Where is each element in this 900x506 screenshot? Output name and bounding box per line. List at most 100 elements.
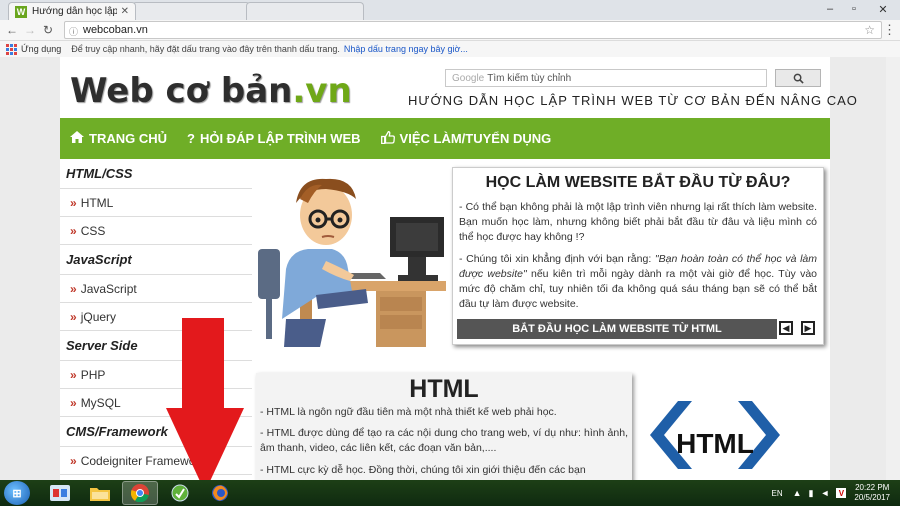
media-player-icon	[50, 485, 70, 501]
logo-tld: .vn	[292, 71, 352, 111]
reload-icon[interactable]: ↻	[40, 22, 56, 38]
search-brand: Google	[452, 72, 485, 84]
start-learning-button[interactable]: BẮT ĐẦU HỌC LÀM WEBSITE TỪ HTML	[457, 319, 777, 339]
bookmarks-hint: Để truy cập nhanh, hãy đặt dấu trang vào…	[71, 44, 340, 54]
chrome-icon	[131, 484, 149, 502]
close-tab-icon[interactable]: ✕	[121, 6, 129, 17]
html-section: HTML - HTML là ngôn ngữ đầu tiên mà một …	[256, 373, 632, 480]
chevron-right-icon: »	[70, 309, 77, 324]
programmer-illustration	[258, 178, 446, 347]
page-info-icon[interactable]: ⓘ	[69, 25, 79, 37]
chevron-right-icon: »	[70, 281, 77, 296]
chevron-right-icon: »	[70, 453, 77, 468]
question-icon: ?	[187, 131, 195, 146]
tab-title: Hướng dẫn học lập trình	[32, 6, 117, 17]
html-logo-text: HTML	[676, 428, 754, 459]
sidebar-heading: HTML/CSS	[60, 159, 252, 189]
hero-text: - Chúng tôi xin khẳng định với bạn rằng:	[459, 253, 655, 265]
volume-icon[interactable]: ◄	[820, 488, 829, 498]
search-button[interactable]	[775, 69, 821, 87]
chevron-right-icon: »	[70, 367, 77, 382]
nav-jobs[interactable]: VIỆC LÀM/TUYỂN DỤNG	[380, 130, 552, 147]
site-logo[interactable]: Web cơ bản.vn	[70, 71, 352, 111]
sidebar-item-label: jQuery	[80, 309, 117, 324]
taskbar-app-firefox[interactable]	[202, 481, 238, 505]
back-icon[interactable]: ←	[4, 22, 20, 38]
nav-qa[interactable]: ? HỎI ĐÁP LẬP TRÌNH WEB	[187, 131, 361, 146]
sidebar-item-label: HTML	[80, 195, 114, 210]
sidebar-item-label: JavaScript	[80, 281, 137, 296]
taskbar-app-media[interactable]	[42, 481, 78, 505]
page-scrollbar[interactable]	[886, 57, 900, 480]
nav-jobs-label: VIỆC LÀM/TUYỂN DỤNG	[399, 131, 552, 146]
search-icon	[793, 73, 804, 84]
hero-paragraph: - Có thể bạn không phải là một lập trình…	[459, 201, 817, 243]
sidebar-item-html[interactable]: » HTML	[60, 189, 252, 217]
section-paragraph: - HTML cực kỳ dễ học. Đồng thời, chúng t…	[260, 464, 586, 476]
search-input[interactable]: Google Tìm kiếm tùy chỉnh	[445, 69, 767, 87]
forward-icon[interactable]: →	[22, 22, 38, 38]
sidebar-heading: JavaScript	[60, 245, 252, 275]
import-bookmarks-link[interactable]: Nhập dấu trang ngay bây giờ...	[344, 44, 468, 54]
sidebar-item-css[interactable]: » CSS	[60, 217, 252, 245]
screen: W Hướng dẫn học lập trình ✕ – ▫ ✕ ← → ↻ …	[0, 0, 900, 506]
nav-home[interactable]: TRANG CHỦ	[70, 131, 167, 146]
clock-time: 20:22 PM	[855, 483, 890, 492]
tray-expand-icon[interactable]: ▲	[793, 488, 802, 498]
main-nav: TRANG CHỦ ? HỎI ĐÁP LẬP TRÌNH WEB VIỆC L…	[60, 118, 830, 159]
bookmarks-bar: Ứng dụng Để truy cập nhanh, hãy đặt dấu …	[0, 41, 900, 57]
browser-toolbar: ← → ↻ ⓘ webcoban.vn ☆ ⋮	[0, 20, 900, 41]
chevron-right-icon: »	[70, 395, 77, 410]
sidebar-item-label: PHP	[80, 367, 106, 382]
folder-icon	[90, 488, 110, 501]
sidebar-item-javascript[interactable]: » JavaScript	[60, 275, 252, 303]
window-controls: – ▫ ✕	[818, 0, 900, 18]
bookmark-star-icon[interactable]: ☆	[864, 23, 875, 37]
section-paragraph: - HTML là ngôn ngữ đầu tiên mà một nhà t…	[260, 406, 557, 418]
triangle-right-icon: ▶	[804, 322, 812, 333]
maximize-icon[interactable]: ▫	[842, 0, 866, 18]
clock[interactable]: 20:22 PM 20/5/2017	[854, 483, 890, 503]
windows-start-icon[interactable]: ⊞	[4, 481, 30, 505]
nav-home-label: TRANG CHỦ	[89, 131, 167, 146]
site-favicon-icon: W	[15, 5, 27, 18]
address-text: webcoban.vn	[83, 24, 148, 36]
triangle-left-icon: ◀	[782, 322, 790, 333]
browser-menu-icon[interactable]: ⋮	[883, 22, 896, 38]
taskbar-app-explorer[interactable]	[82, 481, 118, 505]
unikey-icon[interactable]: V	[836, 488, 847, 498]
firefox-icon	[212, 485, 228, 501]
minimize-icon[interactable]: –	[818, 0, 842, 18]
search-placeholder: Tìm kiếm tùy chỉnh	[487, 72, 572, 84]
apps-shortcut[interactable]: Ứng dụng	[21, 44, 61, 54]
browser-tab-active[interactable]: W Hướng dẫn học lập trình ✕	[8, 2, 136, 20]
section-title: HTML	[409, 375, 479, 403]
browser-tab[interactable]	[246, 2, 364, 20]
sidebar-item-label: CSS	[80, 223, 106, 238]
language-indicator[interactable]: EN	[771, 489, 782, 498]
home-icon	[70, 131, 84, 146]
red-arrow-icon	[166, 318, 244, 492]
thumbs-up-icon	[380, 130, 395, 147]
clock-date: 20/5/2017	[854, 493, 890, 502]
web-page: Web cơ bản.vn Google Tìm kiếm tùy chỉnh …	[0, 57, 900, 480]
chevron-right-icon: »	[70, 223, 77, 238]
address-bar[interactable]: ⓘ webcoban.vn ☆	[64, 21, 882, 39]
tab-strip: W Hướng dẫn học lập trình ✕ – ▫ ✕	[0, 0, 900, 20]
hero-card: HỌC LÀM WEBSITE BẮT ĐẦU TỪ ĐÂU? - Có thể…	[452, 167, 824, 345]
system-tray: EN ▲ ▮ ◄ V 20:22 PM 20/5/2017	[771, 480, 900, 506]
taskbar-app-green[interactable]	[162, 481, 198, 505]
taskbar: ⊞ EN ▲ ▮ ◄ V 20:22 PM 20/5/2017	[0, 480, 900, 506]
sidebar-item-label: MySQL	[80, 395, 121, 410]
nav-qa-label: HỎI ĐÁP LẬP TRÌNH WEB	[199, 131, 361, 146]
prev-slide-button[interactable]: ◀	[779, 321, 793, 335]
taskbar-app-chrome[interactable]	[122, 481, 158, 505]
network-icon[interactable]: ▮	[809, 488, 814, 499]
hero-paragraph: - Chúng tôi xin khẳng định với bạn rằng:…	[459, 252, 817, 312]
next-slide-button[interactable]: ▶	[801, 321, 815, 335]
close-window-icon[interactable]: ✕	[866, 0, 900, 18]
browser-tab[interactable]	[132, 2, 250, 20]
chevron-right-icon: »	[70, 195, 77, 210]
hero-title: HỌC LÀM WEBSITE BẮT ĐẦU TỪ ĐÂU?	[485, 174, 791, 191]
apps-grid-icon[interactable]	[6, 43, 17, 55]
